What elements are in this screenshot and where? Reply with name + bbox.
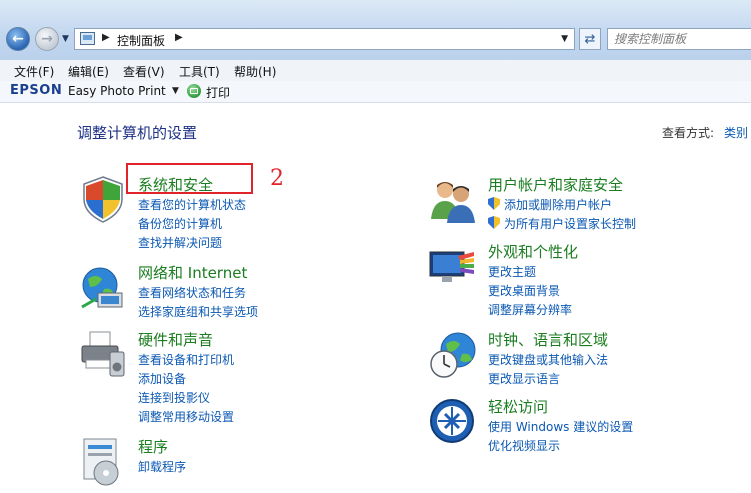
link-devices-printers[interactable]: 查看设备和打印机 bbox=[138, 351, 234, 368]
search-input[interactable] bbox=[607, 28, 751, 50]
clock-globe-icon bbox=[430, 332, 476, 378]
category-title[interactable]: 硬件和声音 bbox=[138, 329, 213, 350]
step-annotation: 2 bbox=[270, 166, 284, 191]
breadcrumb-control-panel[interactable]: 控制面板 bbox=[117, 32, 165, 49]
link-optimize-visual-display[interactable]: 优化视频显示 bbox=[488, 437, 560, 454]
breadcrumb-chevron-icon[interactable]: ▶ bbox=[175, 32, 183, 43]
menu-edit[interactable]: 编辑(E) bbox=[68, 63, 109, 80]
control-panel-main: 调整计算机的设置 查看方式: 类别 系统和安全 查看您的计算机状态 备份您的计算机… bbox=[0, 103, 751, 493]
print-icon[interactable] bbox=[187, 84, 201, 98]
view-by-label: 查看方式: bbox=[662, 126, 715, 140]
link-adjust-resolution[interactable]: 调整屏幕分辨率 bbox=[488, 301, 572, 318]
category-title[interactable]: 轻松访问 bbox=[488, 396, 548, 417]
menu-file[interactable]: 文件(F) bbox=[14, 63, 54, 80]
refresh-icon: ⇄ bbox=[584, 31, 596, 47]
back-button[interactable]: ← bbox=[6, 27, 30, 51]
easy-photo-print-button[interactable]: Easy Photo Print bbox=[68, 84, 166, 98]
recent-pages-dropdown[interactable]: ▼ bbox=[62, 34, 69, 44]
link-change-display-language[interactable]: 更改显示语言 bbox=[488, 370, 560, 387]
menu-help[interactable]: 帮助(H) bbox=[234, 63, 276, 80]
arrow-left-icon: ← bbox=[12, 31, 24, 47]
breadcrumb[interactable]: ▶ 控制面板 ▶ ▼ bbox=[74, 28, 575, 50]
link-homegroup-sharing[interactable]: 选择家庭组和共享选项 bbox=[138, 303, 258, 320]
menu-view[interactable]: 查看(V) bbox=[123, 63, 165, 80]
category-title[interactable]: 时钟、语言和区域 bbox=[488, 329, 608, 350]
control-panel-icon bbox=[80, 32, 95, 45]
link-change-theme[interactable]: 更改主题 bbox=[488, 263, 536, 280]
link-view-network-status[interactable]: 查看网络状态和任务 bbox=[138, 284, 246, 301]
link-add-remove-accounts[interactable]: 添加或删除用户帐户 bbox=[488, 196, 612, 213]
epson-logo: EPSON bbox=[10, 83, 63, 98]
link-find-fix-problems[interactable]: 查找并解决问题 bbox=[138, 234, 222, 251]
menu-bar: 文件(F) 编辑(E) 查看(V) 工具(T) 帮助(H) bbox=[0, 60, 751, 82]
category-title[interactable]: 网络和 Internet bbox=[138, 262, 247, 283]
link-recommended-settings[interactable]: 使用 Windows 建议的设置 bbox=[488, 418, 633, 435]
breadcrumb-chevron-icon[interactable]: ▶ bbox=[102, 32, 110, 43]
category-title[interactable]: 用户帐户和家庭安全 bbox=[488, 174, 623, 195]
print-button[interactable]: 打印 bbox=[206, 84, 230, 101]
link-view-computer-status[interactable]: 查看您的计算机状态 bbox=[138, 196, 246, 213]
epson-toolbar: EPSON Easy Photo Print ▼ 打印 bbox=[0, 81, 751, 103]
link-parental-controls[interactable]: 为所有用户设置家长控制 bbox=[488, 215, 636, 232]
link-connect-projector[interactable]: 连接到投影仪 bbox=[138, 389, 210, 406]
link-change-keyboard-input[interactable]: 更改键盘或其他输入法 bbox=[488, 351, 608, 368]
category-title[interactable]: 程序 bbox=[138, 436, 168, 457]
link-mobility-settings[interactable]: 调整常用移动设置 bbox=[138, 408, 234, 425]
forward-button[interactable]: → bbox=[35, 27, 59, 51]
network-globe-icon bbox=[81, 267, 123, 309]
address-dropdown-icon[interactable]: ▼ bbox=[561, 34, 568, 44]
programs-icon bbox=[83, 438, 119, 486]
shield-icon bbox=[83, 176, 123, 223]
view-by: 查看方式: 类别 bbox=[662, 124, 748, 141]
page-title: 调整计算机的设置 bbox=[77, 124, 198, 142]
highlight-box bbox=[126, 163, 253, 194]
ease-of-access-icon bbox=[430, 399, 474, 443]
appearance-icon bbox=[429, 251, 474, 282]
category-title[interactable]: 外观和个性化 bbox=[488, 241, 578, 262]
link-backup-computer[interactable]: 备份您的计算机 bbox=[138, 215, 222, 232]
refresh-button[interactable]: ⇄ bbox=[579, 28, 601, 50]
view-by-dropdown[interactable]: 类别 bbox=[724, 126, 748, 140]
link-uninstall-program[interactable]: 卸载程序 bbox=[138, 458, 186, 475]
printer-icon bbox=[81, 331, 125, 377]
users-icon bbox=[431, 182, 475, 223]
link-add-device[interactable]: 添加设备 bbox=[138, 370, 186, 387]
arrow-right-icon: → bbox=[41, 31, 53, 47]
menu-tools[interactable]: 工具(T) bbox=[179, 63, 220, 80]
address-bar: ← → ▼ ▶ 控制面板 ▶ ▼ ⇄ bbox=[0, 0, 751, 60]
link-change-desktop-background[interactable]: 更改桌面背景 bbox=[488, 282, 560, 299]
chevron-down-icon[interactable]: ▼ bbox=[172, 86, 179, 96]
